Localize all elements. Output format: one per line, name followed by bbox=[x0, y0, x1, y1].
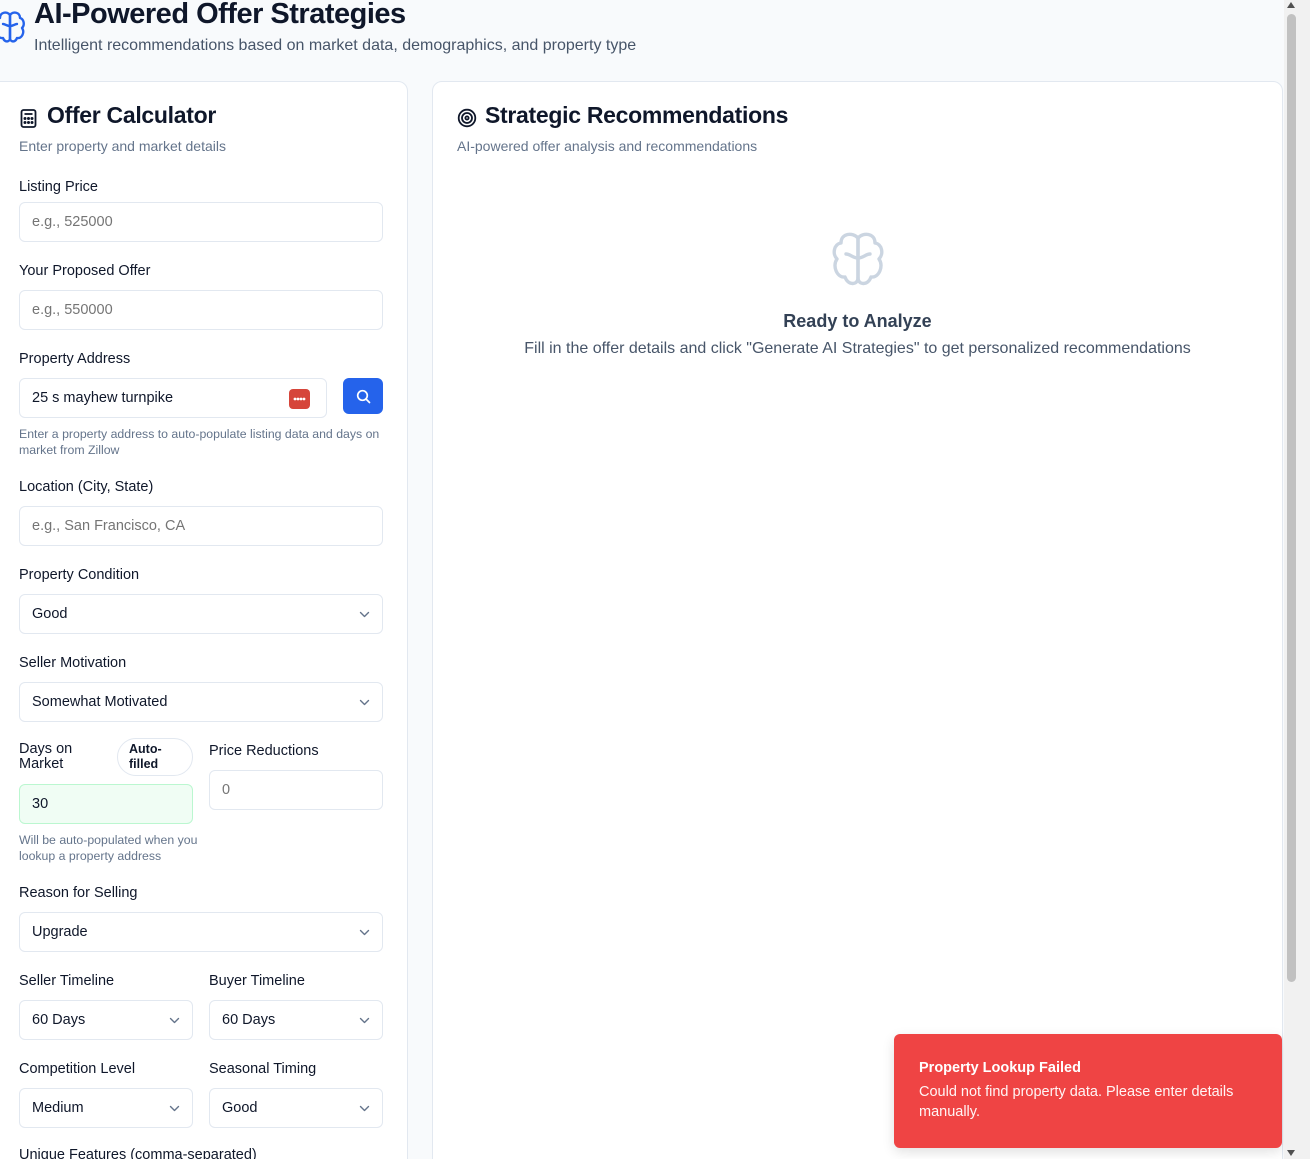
scroll-up-arrow-icon[interactable] bbox=[1287, 2, 1295, 8]
address-lookup-button[interactable] bbox=[343, 378, 383, 414]
chevron-down-icon bbox=[359, 611, 370, 617]
competition-level-label: Competition Level bbox=[19, 1061, 136, 1077]
reason-for-selling-select[interactable]: Upgrade bbox=[19, 912, 383, 952]
seller-timeline-value: 60 Days bbox=[32, 1012, 86, 1028]
empty-state-description: Fill in the offer details and click "Gen… bbox=[524, 340, 1191, 357]
calculator-title: Offer Calculator bbox=[47, 102, 217, 128]
seller-motivation-select[interactable]: Somewhat Motivated bbox=[19, 682, 383, 722]
location-input[interactable] bbox=[19, 506, 383, 546]
listing-price-input[interactable] bbox=[19, 202, 383, 242]
page-subtitle: Intelligent recommendations based on mar… bbox=[34, 37, 637, 54]
seller-timeline-select[interactable]: 60 Days bbox=[19, 1000, 193, 1040]
buyer-timeline-label: Buyer Timeline bbox=[209, 973, 305, 989]
buyer-timeline-value: 60 Days bbox=[222, 1012, 276, 1028]
competition-level-value: Medium bbox=[32, 1100, 84, 1116]
property-condition-value: Good bbox=[32, 606, 68, 622]
reason-for-selling-label: Reason for Selling bbox=[19, 885, 138, 901]
days-on-market-input[interactable]: 30 bbox=[19, 784, 193, 824]
toast-title: Property Lookup Failed bbox=[919, 1060, 1081, 1076]
price-reductions-input[interactable] bbox=[209, 770, 383, 810]
days-on-market-help: Will be auto-populated when you lookup a… bbox=[19, 833, 198, 863]
chevron-down-icon bbox=[359, 929, 370, 935]
recommendations-title: Strategic Recommendations bbox=[485, 102, 789, 128]
listing-price-label: Listing Price bbox=[19, 179, 98, 195]
empty-state: Ready to Analyze Fill in the offer detai… bbox=[432, 230, 1283, 358]
unique-features-label: Unique Features (comma-separated) bbox=[19, 1147, 257, 1159]
error-toast[interactable]: Property Lookup Failed Could not find pr… bbox=[894, 1034, 1282, 1148]
seller-motivation-value: Somewhat Motivated bbox=[32, 694, 168, 710]
seller-motivation-label: Seller Motivation bbox=[19, 655, 127, 671]
property-condition-select[interactable]: Good bbox=[19, 594, 383, 634]
property-address-input[interactable]: 25 s mayhew turnpike bbox=[19, 378, 327, 418]
calculator-description: Enter property and market details bbox=[19, 138, 226, 154]
chevron-down-icon bbox=[359, 1105, 370, 1111]
property-address-help: Enter a property address to auto-populat… bbox=[19, 427, 380, 457]
calculator-icon bbox=[20, 109, 37, 128]
empty-state-title: Ready to Analyze bbox=[783, 311, 932, 331]
buyer-timeline-select[interactable]: 60 Days bbox=[209, 1000, 383, 1040]
auto-filled-badge: Auto-filled bbox=[117, 738, 193, 776]
search-icon bbox=[356, 389, 370, 403]
reason-for-selling-value: Upgrade bbox=[32, 924, 88, 940]
chevron-down-icon bbox=[169, 1017, 180, 1023]
proposed-offer-label: Your Proposed Offer bbox=[19, 263, 151, 279]
toast-description: Could not find property data. Please ent… bbox=[919, 1084, 1234, 1120]
chevron-down-icon bbox=[359, 1017, 370, 1023]
target-icon bbox=[457, 108, 477, 128]
competition-level-select[interactable]: Medium bbox=[19, 1088, 193, 1128]
brain-icon bbox=[832, 232, 883, 286]
property-condition-label: Property Condition bbox=[19, 567, 140, 583]
seller-timeline-label: Seller Timeline bbox=[19, 973, 115, 989]
location-label: Location (City, State) bbox=[19, 479, 154, 495]
days-on-market-value: 30 bbox=[32, 796, 49, 812]
chevron-down-icon bbox=[169, 1105, 180, 1111]
seasonal-timing-label: Seasonal Timing bbox=[209, 1061, 317, 1077]
scrollbar-thumb[interactable] bbox=[1287, 14, 1296, 982]
password-manager-icon[interactable] bbox=[289, 389, 310, 409]
page-title: AI-Powered Offer Strategies bbox=[34, 0, 406, 30]
chevron-down-icon bbox=[359, 699, 370, 705]
scroll-down-arrow-icon[interactable] bbox=[1287, 1150, 1295, 1156]
brain-icon bbox=[0, 11, 25, 43]
seasonal-timing-value: Good bbox=[222, 1100, 258, 1116]
proposed-offer-input[interactable] bbox=[19, 290, 383, 330]
property-address-value: 25 s mayhew turnpike bbox=[32, 390, 174, 406]
days-on-market-label: Days on Market bbox=[19, 741, 73, 772]
seasonal-timing-select[interactable]: Good bbox=[209, 1088, 383, 1128]
property-address-label: Property Address bbox=[19, 351, 131, 367]
recommendations-description: AI-powered offer analysis and recommenda… bbox=[457, 138, 758, 154]
price-reductions-label: Price Reductions bbox=[209, 743, 319, 759]
page-header: AI-Powered Offer Strategies Intelligent … bbox=[0, 0, 1284, 70]
